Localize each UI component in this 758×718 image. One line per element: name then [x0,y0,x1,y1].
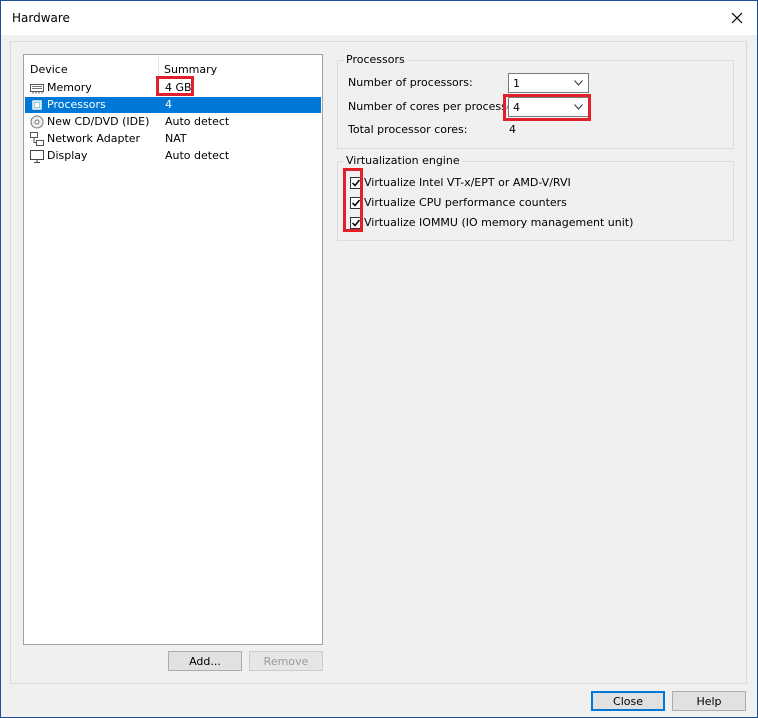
title-bar: Hardware [1,1,757,35]
cores-per-processor-value: 4 [513,101,520,114]
num-processors-label: Number of processors: [348,76,473,89]
vtx-checkbox[interactable] [350,177,362,189]
close-icon[interactable] [723,5,751,31]
virtualization-group: Virtualization engine Virtualize Intel V… [337,154,734,241]
check-icon [351,179,361,187]
cores-per-processor-label: Number of cores per processor: [348,100,522,113]
device-row-processors[interactable]: Processors 4 [25,97,321,113]
display-icon [30,149,44,163]
remove-device-button[interactable]: Remove [249,651,323,671]
device-row-cd-dvd[interactable]: New CD/DVD (IDE) Auto detect [25,114,321,130]
virtualization-group-label: Virtualization engine [344,154,462,167]
total-cores-label: Total processor cores: [348,123,468,136]
close-button[interactable]: Close [591,691,665,711]
device-name: Memory [47,81,92,94]
iommu-label[interactable]: Virtualize IOMMU (IO memory management u… [364,216,633,229]
device-name: Display [47,149,88,162]
device-column-header[interactable]: Device [30,63,68,76]
device-row-network-adapter[interactable]: Network Adapter NAT [25,131,321,147]
column-separator [158,57,159,77]
chevron-down-icon [574,80,583,86]
settings-panel: Device Summary Memory 4 GB Processors 4 [10,41,747,684]
total-cores-value: 4 [509,123,516,136]
memory-icon [30,81,44,95]
iommu-checkbox[interactable] [350,217,362,229]
num-processors-value: 1 [513,77,520,90]
window-title: Hardware [12,11,70,25]
processors-group-label: Processors [344,53,407,66]
device-summary: Auto detect [165,115,230,128]
check-icon [351,219,361,227]
device-summary: NAT [165,132,187,145]
cores-per-processor-select[interactable]: 4 [508,97,589,117]
dialog-body: Device Summary Memory 4 GB Processors 4 [1,35,757,717]
processors-group: Processors Number of processors: 1 Numbe… [337,53,734,149]
device-name: New CD/DVD (IDE) [47,115,150,128]
chevron-down-icon [574,104,583,110]
help-button[interactable]: Help [672,691,746,711]
device-row-display[interactable]: Display Auto detect [25,148,321,164]
cpu-counters-checkbox[interactable] [350,197,362,209]
device-list[interactable]: Device Summary Memory 4 GB Processors 4 [23,54,323,645]
device-name: Network Adapter [47,132,141,145]
device-summary: 4 GB [165,81,192,94]
check-icon [351,199,361,207]
device-row-memory[interactable]: Memory 4 GB [25,80,321,96]
num-processors-select[interactable]: 1 [508,73,589,93]
hardware-dialog: Hardware Device Summary Memory 4 GB Proc… [0,0,758,718]
processor-icon [30,98,44,112]
cpu-counters-label[interactable]: Virtualize CPU performance counters [364,196,567,209]
network-adapter-icon [30,132,44,146]
device-summary: 4 [165,98,172,111]
cd-dvd-icon [30,115,44,129]
vtx-label[interactable]: Virtualize Intel VT-x/EPT or AMD-V/RVI [364,176,571,189]
device-summary: Auto detect [165,149,230,162]
summary-column-header[interactable]: Summary [164,63,217,76]
device-name: Processors [47,98,106,111]
add-device-button[interactable]: Add... [168,651,242,671]
